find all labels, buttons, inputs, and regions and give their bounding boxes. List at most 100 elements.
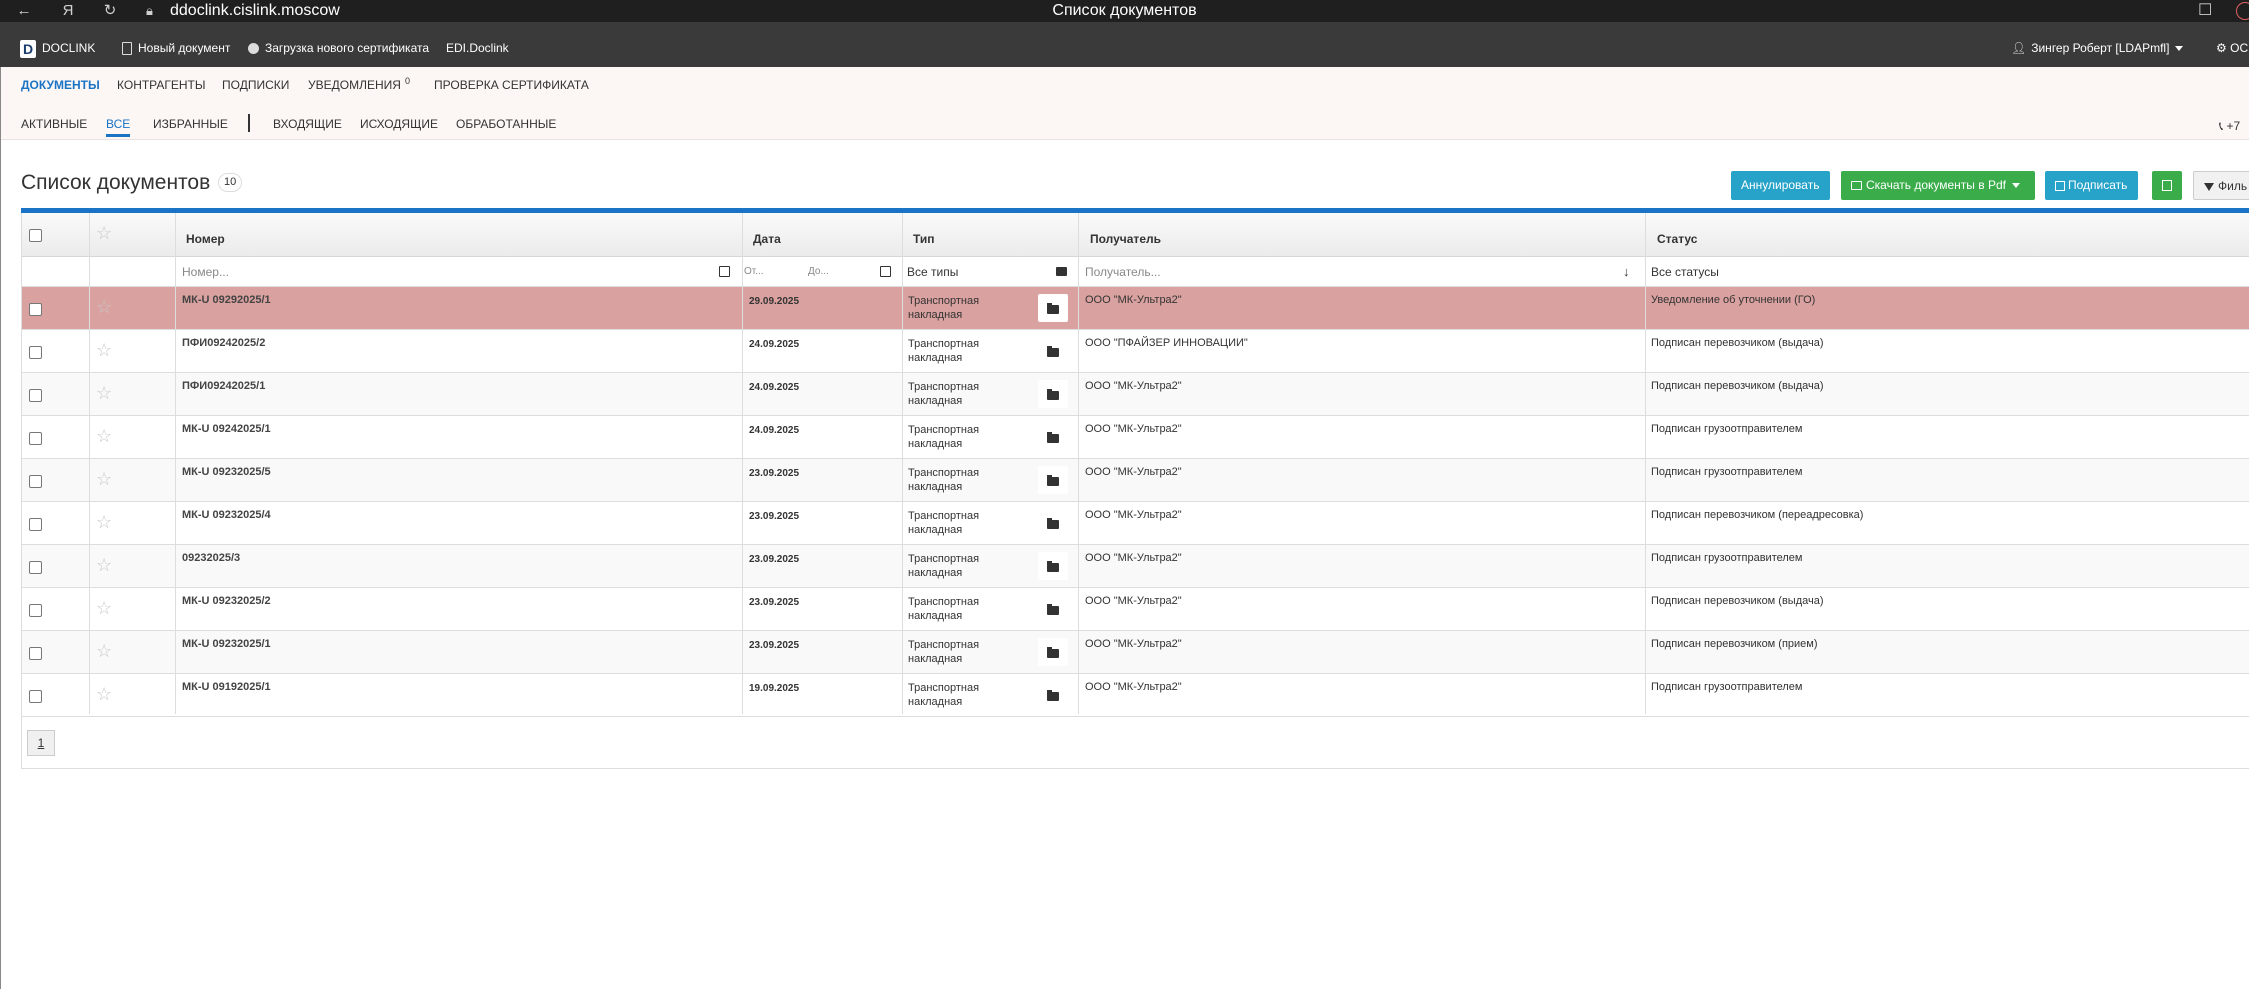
pagination-page-1[interactable]: 1 [27, 730, 55, 756]
profile-icon[interactable] [2236, 2, 2249, 20]
yandex-icon[interactable]: Я [58, 1, 78, 21]
document-date: 24.09.2025 [749, 339, 800, 350]
document-number[interactable]: МК-U 09232025/4 [182, 509, 271, 521]
open-folder-button[interactable] [1038, 423, 1068, 451]
star-icon[interactable]: ☆ [96, 684, 112, 704]
document-number[interactable]: 09232025/3 [182, 552, 240, 564]
tab-processed[interactable]: ОБРАБОТАННЫЕ [456, 117, 556, 131]
type-filter-select[interactable]: Все типы [907, 257, 958, 287]
row-checkbox[interactable] [29, 561, 42, 574]
row-checkbox[interactable] [29, 346, 42, 359]
calculator-icon[interactable] [719, 266, 730, 277]
open-folder-button[interactable] [1038, 380, 1068, 408]
column-header-recipient[interactable]: Получатель [1090, 232, 1161, 246]
reload-icon[interactable]: ↻ [100, 1, 120, 21]
star-icon[interactable]: ☆ [96, 383, 112, 403]
filter-button[interactable]: Филь [2193, 171, 2249, 200]
open-folder-button[interactable] [1038, 337, 1068, 365]
table-row[interactable]: ☆ МК-U 09232025/4 23.09.2025 Транспортная н… [22, 502, 2249, 545]
row-checkbox[interactable] [29, 604, 42, 617]
open-folder-button[interactable] [1038, 638, 1068, 666]
tab-outgoing[interactable]: ИСХОДЯЩИЕ [360, 117, 438, 131]
table-row[interactable]: ☆ МК-U 09232025/2 23.09.2025 Транспортная н… [22, 588, 2249, 631]
document-type: Транспортная накладная [908, 596, 980, 622]
table-row[interactable]: ☆ МК-U 09232025/5 23.09.2025 Транспортная н… [22, 459, 2249, 502]
tab-documents[interactable]: ДОКУМЕНТЫ [21, 78, 100, 92]
column-header-status[interactable]: Статус [1657, 232, 1697, 246]
number-filter-input[interactable]: Номер... [182, 257, 229, 287]
star-icon[interactable]: ☆ [96, 469, 112, 489]
table-row[interactable]: ☆ МК-U 09192025/1 19.09.2025 Транспортная н… [22, 674, 2249, 717]
tab-check-certificate[interactable]: ПРОВЕРКА СЕРТИФИКАТА [434, 78, 589, 92]
tab-subscriptions[interactable]: ПОДПИСКИ [222, 78, 289, 92]
date-to-input[interactable]: До... [808, 257, 829, 287]
star-icon[interactable]: ☆ [96, 512, 112, 532]
document-number[interactable]: МК-U 09192025/1 [182, 681, 271, 693]
tab-notifications-label: УВЕДОМЛЕНИЯ [308, 78, 401, 92]
back-icon[interactable]: ← [14, 1, 34, 21]
star-icon[interactable]: ☆ [96, 297, 112, 317]
address-bar[interactable]: ddoclink.cislink.moscow [170, 0, 340, 22]
table-row[interactable]: ☆ ПФИ09242025/1 24.09.2025 Транспортная нак… [22, 373, 2249, 416]
column-header-date[interactable]: Дата [753, 232, 781, 246]
table-row[interactable]: ☆ ПФИ09242025/2 24.09.2025 Транспортная нак… [22, 330, 2249, 373]
open-folder-button[interactable] [1038, 681, 1068, 709]
column-divider [902, 213, 903, 714]
star-icon[interactable]: ☆ [96, 426, 112, 446]
tab-active[interactable]: АКТИВНЫЕ [21, 117, 87, 131]
row-checkbox[interactable] [29, 690, 42, 703]
calendar-icon[interactable] [880, 266, 891, 277]
favorites-star-icon[interactable]: ☆ [96, 223, 112, 243]
download-pdf-button[interactable]: Скачать документы в Pdf [1841, 171, 2035, 200]
document-number[interactable]: МК-U 09232025/2 [182, 595, 271, 607]
select-all-checkbox[interactable] [29, 229, 42, 242]
document-number[interactable]: ПФИ09242025/2 [182, 337, 265, 349]
open-folder-button[interactable] [1038, 294, 1068, 322]
row-checkbox[interactable] [29, 432, 42, 445]
date-from-input[interactable]: От... [744, 257, 764, 287]
table-row[interactable]: ☆ МК-U 09232025/1 23.09.2025 Транспортная н… [22, 631, 2249, 674]
document-number[interactable]: МК-U 09232025/1 [182, 638, 271, 650]
document-type: Транспортная накладная [908, 682, 980, 708]
column-header-number[interactable]: Номер [186, 232, 225, 246]
tab-all[interactable]: ВСЕ [106, 117, 131, 137]
user-name: Зингер Роберт [LDAPmfl] [2031, 41, 2170, 55]
open-folder-button[interactable] [1038, 595, 1068, 623]
star-icon[interactable]: ☆ [96, 598, 112, 618]
column-header-type[interactable]: Тип [913, 232, 935, 246]
document-number[interactable]: ПФИ09242025/1 [182, 380, 265, 392]
recipient-filter-input[interactable]: Получатель... [1085, 257, 1161, 287]
annul-button[interactable]: Аннулировать [1731, 171, 1830, 200]
sign-button[interactable]: Подписать [2045, 171, 2138, 200]
row-checkbox[interactable] [29, 518, 42, 531]
row-checkbox[interactable] [29, 475, 42, 488]
status-filter-select[interactable]: Все статусы [1651, 257, 1719, 287]
brand-name: DOCLINK [42, 41, 96, 55]
tab-contractors[interactable]: КОНТРАГЕНТЫ [117, 78, 206, 92]
document-number[interactable]: МК-U 09242025/1 [182, 423, 271, 435]
open-folder-button[interactable] [1038, 552, 1068, 580]
open-folder-button[interactable] [1038, 509, 1068, 537]
star-icon[interactable]: ☆ [96, 340, 112, 360]
sort-down-icon[interactable]: ↓ [1623, 265, 1630, 279]
bookmark-icon[interactable]: ☐ [2198, 1, 2212, 21]
table-row[interactable]: ☆ 09232025/3 23.09.2025 Транспортная наклад… [22, 545, 2249, 588]
document-count-badge: 10 [218, 173, 243, 192]
document-number[interactable]: МК-U 09232025/5 [182, 466, 271, 478]
open-folder-button[interactable] [1038, 466, 1068, 494]
tab-favorites[interactable]: ИЗБРАННЫЕ [153, 117, 228, 131]
tab-notifications[interactable]: УВЕДОМЛЕНИЯ 0 [308, 76, 410, 92]
row-checkbox[interactable] [29, 647, 42, 660]
document-type: Транспортная накладная [908, 639, 980, 665]
row-checkbox[interactable] [29, 389, 42, 402]
folder-icon[interactable] [1056, 267, 1067, 276]
table-row[interactable]: ☆ МК-U 09292025/1 29.09.2025 Транспортная н… [22, 287, 2249, 330]
export-excel-button[interactable] [2152, 171, 2182, 200]
table-row[interactable]: ☆ МК-U 09242025/1 24.09.2025 Транспортная н… [22, 416, 2249, 459]
star-icon[interactable]: ☆ [96, 555, 112, 575]
star-icon[interactable]: ☆ [96, 641, 112, 661]
document-number[interactable]: МК-U 09292025/1 [182, 294, 271, 306]
support-phone[interactable]: 📞︎ +7 [2219, 119, 2240, 134]
row-checkbox[interactable] [29, 303, 42, 316]
tab-incoming[interactable]: ВХОДЯЩИЕ [273, 117, 342, 131]
